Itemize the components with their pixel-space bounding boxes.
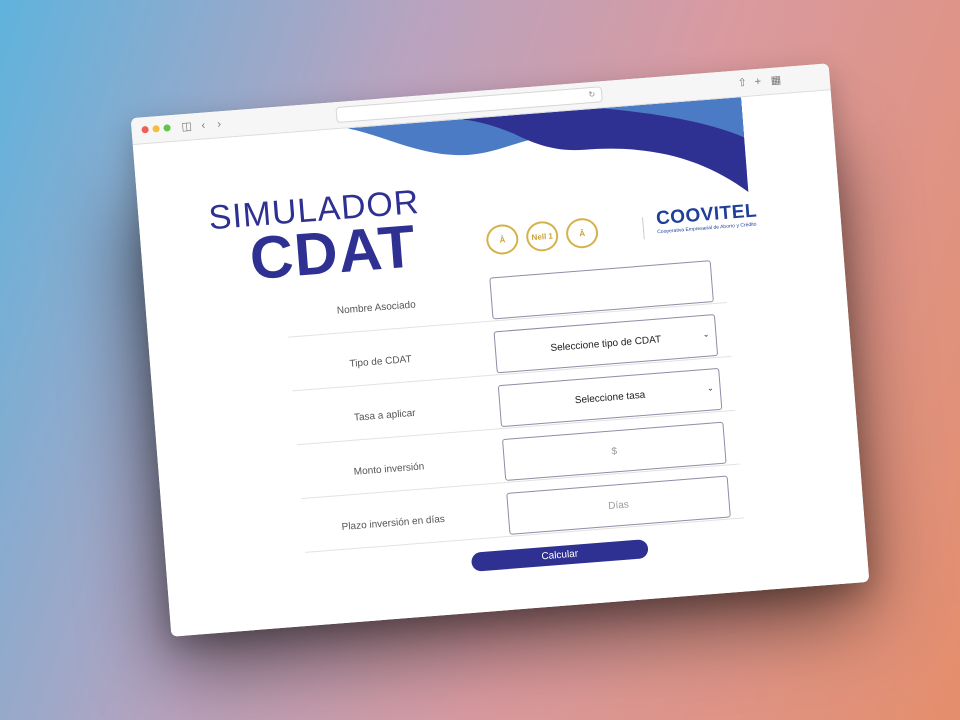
tasa-selected: Seleccione tasa <box>574 389 646 406</box>
calcular-button[interactable]: Calcular <box>470 539 649 572</box>
plazo-dias-input[interactable] <box>506 475 731 535</box>
forward-icon[interactable]: › <box>217 116 222 132</box>
award-badge-icon: Â <box>485 223 520 256</box>
minimize-window-button[interactable] <box>152 125 160 133</box>
chevron-down-icon: ⌄ <box>706 383 714 393</box>
award-badge-icon: Â <box>564 216 600 250</box>
share-icon[interactable]: ⇧ <box>737 75 747 92</box>
maximize-window-button[interactable] <box>163 124 171 132</box>
close-window-button[interactable] <box>141 125 149 134</box>
browser-window: ◫ ‹ › ↻ ⇧ + ▦ SIMULADOR CDAT Â Nell 1 Â … <box>130 63 870 637</box>
page-content: SIMULADOR CDAT Â Nell 1 Â COOVITEL Coope… <box>132 90 870 637</box>
chevron-down-icon: ⌄ <box>702 329 710 340</box>
cdat-form: Nombre Asociado Tipo de CDAT Seleccione … <box>284 249 744 553</box>
nombre-label: Nombre Asociado <box>336 299 417 317</box>
plazo-label: Plazo inversión en días <box>341 513 446 533</box>
tasa-label: Tasa a aplicar <box>353 407 416 424</box>
new-tab-icon[interactable]: + <box>754 74 762 90</box>
sidebar-icon[interactable]: ◫ <box>181 119 193 136</box>
tipo-label: Tipo de CDAT <box>349 353 413 370</box>
back-icon[interactable]: ‹ <box>201 117 206 133</box>
tab-overview-icon[interactable]: ▦ <box>770 72 782 89</box>
tipo-cdat-selected: Seleccione tipo de CDAT <box>550 333 662 354</box>
award-badge-icon: Nell 1 <box>525 220 560 253</box>
reload-icon[interactable]: ↻ <box>588 88 596 102</box>
monto-label: Monto inversión <box>353 461 425 478</box>
